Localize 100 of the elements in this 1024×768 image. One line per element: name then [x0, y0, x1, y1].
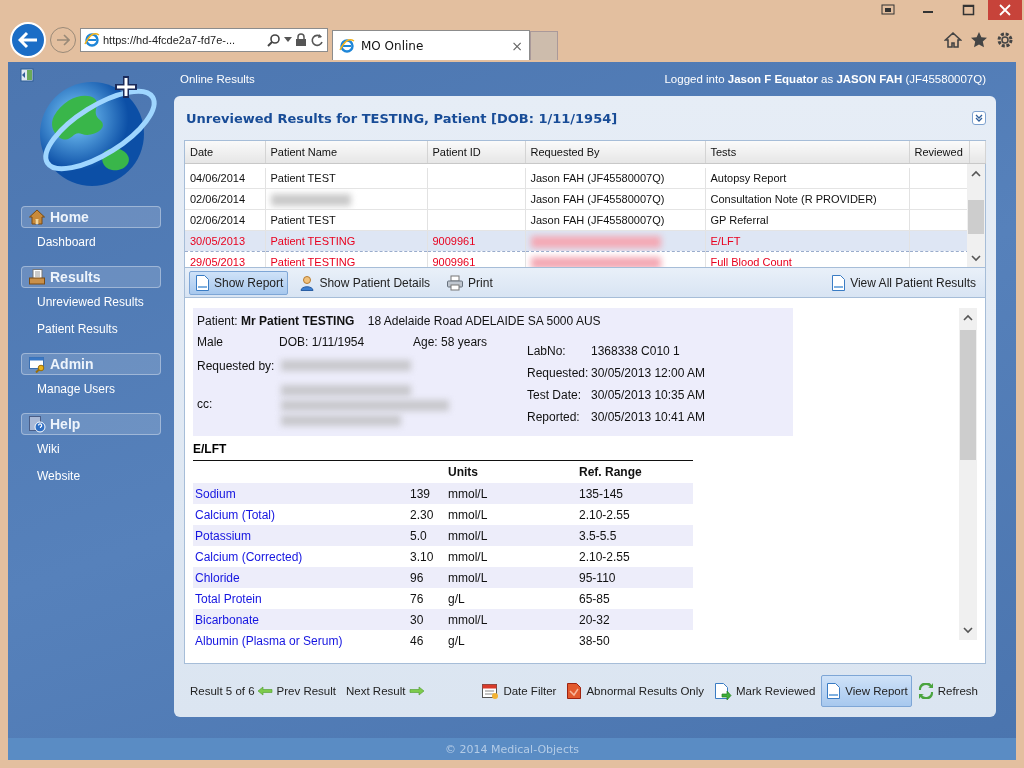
result-value: 96 — [410, 570, 424, 585]
field-label: Reported: — [527, 410, 581, 424]
patient-address: 18 Adelaide Road ADELAIDE SA 5000 AUS — [367, 314, 601, 328]
table-cell: Autopsy Report — [710, 172, 787, 184]
reference-range: 135-145 — [579, 486, 624, 501]
toolbar-button[interactable]: View All Patient Results — [825, 270, 981, 295]
test-link[interactable]: Total Protein — [195, 591, 262, 606]
column-header[interactable]: Tests — [710, 146, 737, 158]
reference-range: 3.5-5.5 — [579, 528, 617, 543]
table-cell: 29/05/2013 — [190, 256, 246, 267]
action-button[interactable]: Abnormal Results Only — [562, 674, 709, 707]
result-counter: Result 5 of 6 — [190, 684, 255, 697]
result-units: mmol/L — [448, 549, 488, 564]
reference-range: 38-50 — [579, 633, 610, 648]
table-row[interactable]: 02/06/2014 Patient TEST Jason FAH (JF45580007Q) GP Referral — [185, 209, 967, 231]
section-title: Online Results — [180, 73, 255, 85]
table-cell: 04/06/2014 — [190, 172, 246, 184]
section-heading: E/LFT — [193, 442, 227, 456]
action-button[interactable]: Mark Reviewed — [710, 674, 820, 707]
field-label: LabNo: — [527, 344, 567, 358]
toolbar-button[interactable]: Show Patient Details — [294, 271, 436, 294]
browser-tab[interactable]: MO Online × — [332, 30, 530, 60]
table-cell: Patient TESTING — [270, 256, 356, 267]
table-cell: Patient TEST — [270, 214, 336, 226]
field-value: 30/05/2013 10:41 AM — [591, 410, 706, 424]
table-cell: E/LFT — [710, 235, 741, 247]
table-cell: 9009961 — [432, 256, 476, 267]
result-value: 139 — [410, 486, 431, 501]
reference-range: 2.10-2.55 — [579, 507, 630, 522]
table-cell: Jason FAH (JF45580007Q) — [530, 172, 665, 184]
field-label: Requested by: — [197, 359, 275, 373]
login-info: Logged into Jason F Equator as JASON FAH (JF45580007Q) — [664, 73, 986, 85]
patient-sex: Male — [197, 335, 224, 349]
toolbar-button[interactable]: Show Report — [189, 270, 289, 295]
patient-name: Mr Patient TESTING — [241, 314, 355, 328]
column-header: Ref. Range — [579, 465, 642, 479]
field-label: Test Date: — [527, 388, 583, 402]
address-field[interactable]: https://hd-4fcde2a7-fd7e-... — [80, 28, 328, 52]
result-value: 76 — [410, 591, 424, 606]
prev-result-link[interactable]: Prev Result — [256, 684, 336, 697]
field-value: 1368338 C010 1 — [591, 344, 680, 358]
reference-range: 20-32 — [579, 612, 610, 627]
field-value: 30/05/2013 12:00 AM — [591, 366, 706, 380]
result-value: 3.10 — [410, 549, 434, 564]
reference-range: 2.10-2.55 — [579, 549, 630, 564]
column-header: Units — [448, 465, 478, 479]
action-button[interactable]: Date Filter — [477, 674, 561, 707]
copyright-text: © 2014 Medical-Objects — [445, 742, 579, 756]
sidebar-item[interactable]: Unreviewed Results — [37, 294, 144, 309]
table-cell: Patient TESTING — [270, 235, 356, 247]
table-cell: 30/05/2013 — [190, 235, 246, 247]
table-cell: Jason FAH (JF45580007Q) — [530, 193, 665, 205]
result-units: g/L — [448, 633, 465, 648]
table-row[interactable]: 02/06/2014 Jason FAH (JF45580007Q) Consultation Note (R PROVIDER) — [185, 188, 967, 210]
reference-range: 95-110 — [579, 570, 616, 585]
patient-dob: DOB: 1/11/1954 — [279, 335, 365, 349]
panel-title: Unreviewed Results for TESTING, Patient [DOB: 1/11/1954] — [186, 110, 618, 126]
result-units: mmol/L — [448, 507, 488, 522]
toolbar-button[interactable]: Print — [441, 271, 498, 294]
column-header[interactable]: Date — [190, 146, 214, 158]
table-cell: 02/06/2014 — [190, 214, 246, 226]
result-units: mmol/L — [448, 486, 488, 501]
field-label: cc: — [197, 397, 213, 411]
result-units: mmol/L — [448, 612, 488, 627]
action-button[interactable]: Refresh — [913, 675, 982, 706]
test-link[interactable]: Potassium — [195, 528, 252, 543]
test-link[interactable]: Calcium (Corrected) — [195, 549, 303, 564]
action-button[interactable]: View Report — [821, 674, 912, 707]
test-link[interactable]: Albumin (Plasma or Serum) — [195, 633, 343, 648]
patient-age: Age: 58 years — [413, 335, 488, 349]
next-result-link[interactable]: Next Result — [346, 684, 426, 697]
result-value: 2.30 — [410, 507, 434, 522]
field-label: Requested: — [527, 366, 590, 380]
table-cell: Consultation Note (R PROVIDER) — [710, 193, 877, 205]
test-link[interactable]: Sodium — [195, 486, 236, 501]
tab-close[interactable]: × — [511, 37, 523, 54]
table-cell: Patient TEST — [270, 172, 336, 184]
sidebar-item[interactable]: Website — [37, 468, 81, 483]
table-cell: 02/06/2014 — [190, 193, 246, 205]
test-link[interactable]: Calcium (Total) — [195, 507, 275, 522]
sidebar-item[interactable]: Dashboard — [37, 234, 96, 249]
test-link[interactable]: Chloride — [195, 570, 240, 585]
result-value: 46 — [410, 633, 424, 648]
result-units: mmol/L — [448, 570, 488, 585]
patient-label: Patient: — [197, 314, 238, 328]
result-value: 30 — [410, 612, 424, 627]
table-cell: GP Referral — [710, 214, 769, 226]
field-value: 30/05/2013 10:35 AM — [591, 388, 706, 402]
table-row[interactable]: 04/06/2014 Patient TEST Jason FAH (JF45580007Q) Autopsy Report — [185, 168, 967, 189]
table-cell: Jason FAH (JF45580007Q) — [530, 214, 665, 226]
table-row[interactable]: 30/05/2013 Patient TESTING 9009961 E/LFT — [185, 230, 967, 252]
sidebar-item[interactable]: Manage Users — [37, 381, 116, 396]
table-cell: 9009961 — [432, 235, 476, 247]
result-value: 5.0 — [410, 528, 427, 543]
sidebar-item[interactable]: Wiki — [37, 441, 60, 456]
reference-range: 65-85 — [579, 591, 610, 606]
sidebar-item[interactable]: Patient Results — [37, 321, 118, 336]
table-cell: Full Blood Count — [710, 256, 792, 267]
result-units: g/L — [448, 591, 465, 606]
result-units: mmol/L — [448, 528, 488, 543]
